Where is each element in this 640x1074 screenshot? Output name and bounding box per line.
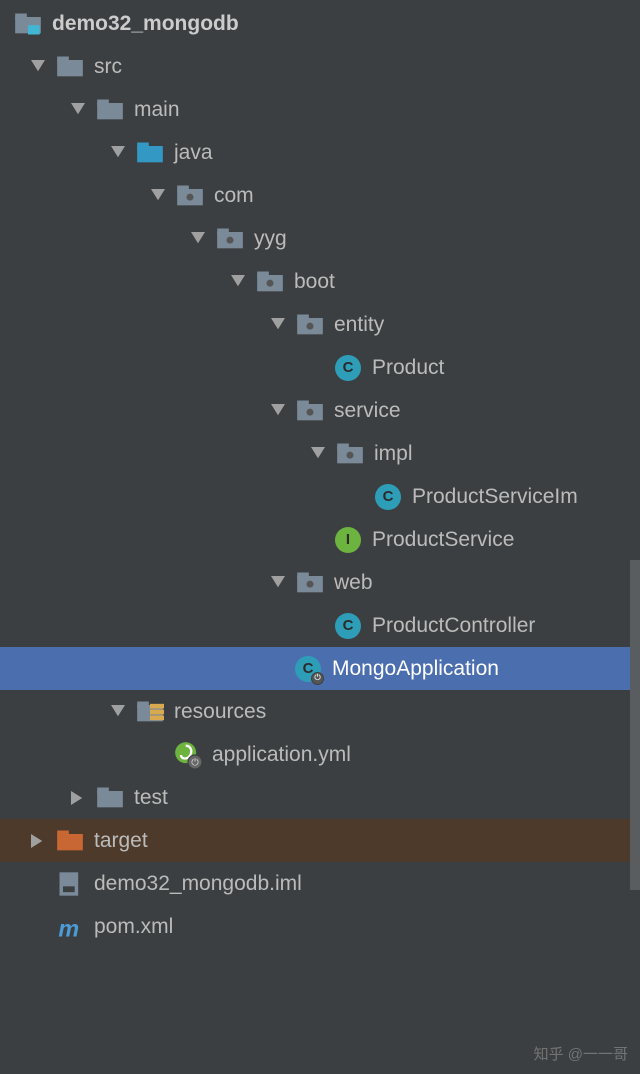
tree-node-com[interactable]: com: [0, 174, 640, 217]
tree-label: ProductController: [372, 614, 535, 638]
spring-boot-app-icon: C⏻: [294, 655, 322, 683]
chevron-down-icon[interactable]: [308, 444, 328, 464]
tree-node-test[interactable]: test: [0, 776, 640, 819]
tree-label: yyg: [254, 227, 287, 251]
class-icon: C: [334, 354, 362, 382]
chevron-down-icon[interactable]: [188, 229, 208, 249]
tree-node-mongo-application[interactable]: C⏻ MongoApplication: [0, 647, 640, 690]
tree-node-application-yml[interactable]: ⏻ application.yml: [0, 733, 640, 776]
tree-node-service[interactable]: service: [0, 389, 640, 432]
tree-label: MongoApplication: [332, 657, 499, 681]
chevron-down-icon[interactable]: [268, 315, 288, 335]
tree-label: impl: [374, 442, 413, 466]
package-icon: [296, 569, 324, 597]
tree-label: Product: [372, 356, 444, 380]
tree-node-boot[interactable]: boot: [0, 260, 640, 303]
tree-label: main: [134, 98, 180, 122]
tree-node-pom[interactable]: m pom.xml: [0, 905, 640, 948]
tree-label: application.yml: [212, 743, 351, 767]
chevron-down-icon[interactable]: [108, 702, 128, 722]
source-folder-icon: [136, 139, 164, 167]
maven-pom-icon: m: [56, 913, 84, 941]
package-icon: [296, 311, 324, 339]
package-icon: [256, 268, 284, 296]
folder-icon: [96, 784, 124, 812]
tree-node-yyg[interactable]: yyg: [0, 217, 640, 260]
interface-icon: I: [334, 526, 362, 554]
tree-label: boot: [294, 270, 335, 294]
chevron-down-icon[interactable]: [28, 57, 48, 77]
iml-file-icon: [56, 870, 84, 898]
chevron-down-icon[interactable]: [268, 573, 288, 593]
tree-node-main[interactable]: main: [0, 88, 640, 131]
tree-label: java: [174, 141, 213, 165]
class-icon: C: [334, 612, 362, 640]
tree-node-iml[interactable]: demo32_mongodb.iml: [0, 862, 640, 905]
svg-text:m: m: [58, 915, 79, 941]
project-tree: demo32_mongodb src main java com: [0, 0, 640, 948]
class-icon: C: [374, 483, 402, 511]
tree-label: resources: [174, 700, 266, 724]
chevron-down-icon[interactable]: [108, 143, 128, 163]
tree-node-target[interactable]: target: [0, 819, 640, 862]
scrollbar[interactable]: [630, 560, 640, 890]
tree-label: demo32_mongodb.iml: [94, 872, 302, 896]
chevron-right-icon[interactable]: [28, 831, 48, 851]
package-icon: [296, 397, 324, 425]
package-icon: [176, 182, 204, 210]
spring-config-icon: ⏻: [174, 741, 202, 769]
watermark: 知乎 @一一哥: [534, 1043, 628, 1064]
tree-label: src: [94, 55, 122, 79]
tree-label: pom.xml: [94, 915, 173, 939]
folder-icon: [56, 53, 84, 81]
tree-node-product-class[interactable]: C Product: [0, 346, 640, 389]
resources-folder-icon: [136, 698, 164, 726]
chevron-right-icon[interactable]: [68, 788, 88, 808]
tree-node-entity[interactable]: entity: [0, 303, 640, 346]
package-icon: [336, 440, 364, 468]
package-icon: [216, 225, 244, 253]
tree-label: ProductService: [372, 528, 514, 552]
chevron-down-icon[interactable]: [268, 401, 288, 421]
tree-node-web[interactable]: web: [0, 561, 640, 604]
tree-node-resources[interactable]: resources: [0, 690, 640, 733]
tree-node-product-controller[interactable]: C ProductController: [0, 604, 640, 647]
tree-label: target: [94, 829, 148, 853]
tree-label: ProductServiceIm: [412, 485, 578, 509]
tree-label: test: [134, 786, 168, 810]
chevron-down-icon[interactable]: [228, 272, 248, 292]
tree-label: demo32_mongodb: [52, 12, 239, 36]
chevron-down-icon[interactable]: [68, 100, 88, 120]
folder-icon: [96, 96, 124, 124]
tree-node-project-root[interactable]: demo32_mongodb: [0, 2, 640, 45]
chevron-down-icon[interactable]: [148, 186, 168, 206]
tree-node-src[interactable]: src: [0, 45, 640, 88]
svg-text:⏻: ⏻: [191, 757, 198, 767]
tree-label: web: [334, 571, 373, 595]
module-folder-icon: [14, 10, 42, 38]
excluded-folder-icon: [56, 827, 84, 855]
tree-node-product-service-impl[interactable]: C ProductServiceIm: [0, 475, 640, 518]
tree-node-java[interactable]: java: [0, 131, 640, 174]
tree-node-impl[interactable]: impl: [0, 432, 640, 475]
tree-node-product-service[interactable]: I ProductService: [0, 518, 640, 561]
tree-label: com: [214, 184, 254, 208]
tree-label: entity: [334, 313, 384, 337]
tree-label: service: [334, 399, 401, 423]
